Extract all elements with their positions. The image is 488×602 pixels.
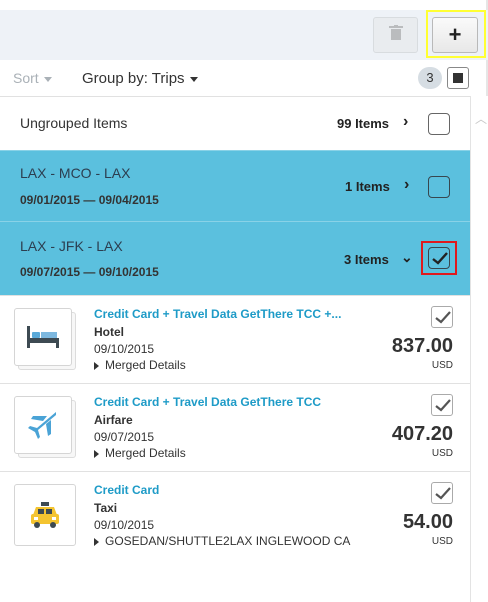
group-title: LAX - JFK - LAX bbox=[20, 238, 123, 254]
expense-row-hotel[interactable]: Credit Card + Travel Data GetThere TCC +… bbox=[0, 295, 470, 383]
expense-source-link[interactable]: Credit Card + Travel Data GetThere TCC bbox=[94, 395, 321, 409]
airplane-icon bbox=[14, 396, 72, 454]
expense-source-link[interactable]: Credit Card + Travel Data GetThere TCC +… bbox=[94, 307, 341, 321]
expense-type: Airfare bbox=[94, 413, 133, 427]
chevron-down-icon[interactable]: ⌄ bbox=[401, 249, 413, 266]
chevron-right-icon[interactable]: › bbox=[403, 113, 408, 131]
group-checkbox[interactable] bbox=[428, 176, 450, 198]
merged-details-toggle[interactable]: GOSEDAN/SHUTTLE2LAX INGLEWOOD CA bbox=[94, 534, 350, 548]
expense-checkbox[interactable] bbox=[431, 482, 453, 504]
expense-checkbox[interactable] bbox=[431, 394, 453, 416]
hotel-bed-icon bbox=[14, 308, 72, 366]
expense-amount: 54.00 bbox=[402, 511, 453, 533]
select-all-checkbox[interactable] bbox=[447, 67, 469, 89]
caret-down-icon bbox=[189, 76, 198, 82]
group-dates: 09/01/2015 — 09/04/2015 bbox=[20, 193, 159, 207]
plus-icon: + bbox=[448, 22, 462, 47]
group-title: LAX - MCO - LAX bbox=[20, 165, 131, 181]
group-by-dropdown[interactable]: Group by: Trips bbox=[82, 70, 198, 87]
check-icon bbox=[432, 252, 448, 265]
check-icon bbox=[435, 487, 451, 500]
receipt-thumbnail[interactable] bbox=[14, 308, 76, 370]
trash-icon bbox=[388, 24, 403, 46]
expense-row-taxi[interactable]: Credit Card Taxi 09/10/2015 GOSEDAN/SHUT… bbox=[0, 471, 470, 559]
triangle-right-icon bbox=[94, 449, 99, 458]
selected-count-badge: 3 bbox=[418, 67, 442, 89]
expense-date: 09/10/2015 bbox=[94, 518, 155, 532]
sort-group-bar: Sort Group by: Trips 3 bbox=[0, 60, 470, 96]
group-row-lax-jfk-lax[interactable]: LAX - JFK - LAX 09/07/2015 — 09/10/2015 … bbox=[0, 221, 470, 295]
expense-type: Hotel bbox=[94, 325, 124, 339]
merged-details-toggle[interactable]: Merged Details bbox=[94, 358, 186, 372]
sort-label: Sort bbox=[13, 70, 39, 86]
expense-currency: USD bbox=[431, 360, 453, 371]
group-item-count: 1 Items bbox=[345, 179, 390, 194]
triangle-right-icon bbox=[94, 361, 99, 370]
merged-details-toggle[interactable]: Merged Details bbox=[94, 446, 186, 460]
group-checkbox[interactable] bbox=[428, 113, 450, 135]
group-row-lax-mco-lax[interactable]: LAX - MCO - LAX 09/01/2015 — 09/04/2015 … bbox=[0, 150, 470, 221]
taxi-icon bbox=[14, 484, 76, 546]
receipt-thumbnail[interactable] bbox=[14, 396, 76, 458]
expense-checkbox[interactable] bbox=[431, 306, 453, 328]
check-icon bbox=[435, 311, 451, 324]
triangle-right-icon bbox=[94, 537, 99, 546]
group-item-count: 3 Items bbox=[344, 252, 389, 267]
expense-currency: USD bbox=[431, 536, 453, 547]
group-dates: 09/07/2015 — 09/10/2015 bbox=[20, 265, 159, 279]
delete-button[interactable] bbox=[373, 17, 418, 53]
group-item-count: 99 Items bbox=[337, 116, 390, 131]
group-row-ungrouped[interactable]: Ungrouped Items 99 Items › bbox=[0, 96, 470, 150]
check-icon bbox=[435, 399, 451, 412]
group-checkbox[interactable] bbox=[428, 247, 450, 269]
expense-amount: 407.20 bbox=[391, 423, 453, 445]
expense-date: 09/10/2015 bbox=[94, 342, 155, 356]
chevron-right-icon[interactable]: › bbox=[404, 176, 409, 194]
sort-dropdown[interactable]: Sort bbox=[13, 70, 52, 86]
expense-type: Taxi bbox=[94, 501, 118, 515]
top-toolbar: + bbox=[0, 10, 488, 60]
group-by-label: Group by: Trips bbox=[82, 70, 185, 87]
group-title: Ungrouped Items bbox=[20, 115, 128, 131]
expense-amount: 837.00 bbox=[391, 335, 453, 357]
receipt-thumbnail[interactable] bbox=[14, 484, 76, 546]
expense-row-airfare[interactable]: Credit Card + Travel Data GetThere TCC A… bbox=[0, 383, 470, 471]
expense-source-link[interactable]: Credit Card bbox=[94, 483, 159, 497]
add-button[interactable]: + bbox=[432, 17, 478, 53]
scrollbar[interactable]: ︿ bbox=[470, 96, 488, 602]
expense-currency: USD bbox=[431, 448, 453, 459]
caret-down-icon bbox=[43, 76, 52, 82]
scroll-up-arrow-icon[interactable]: ︿ bbox=[475, 110, 487, 127]
expense-date: 09/07/2015 bbox=[94, 430, 155, 444]
